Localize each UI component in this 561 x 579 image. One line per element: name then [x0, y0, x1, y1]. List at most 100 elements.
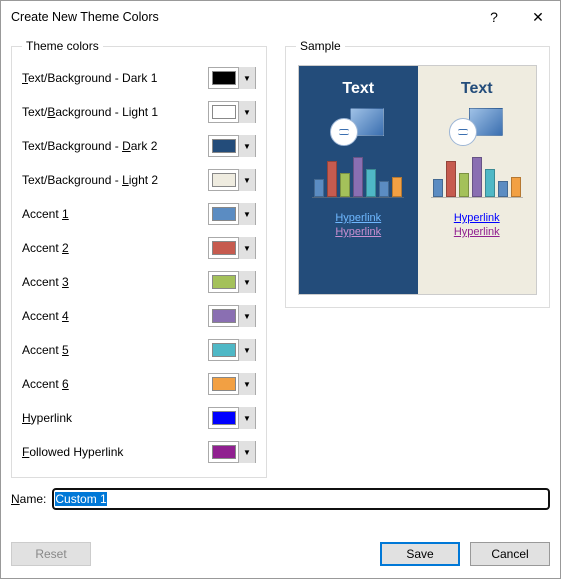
chart-bar	[327, 161, 337, 197]
color-picker-button[interactable]: ▼	[208, 441, 256, 463]
sample-dark-half: Text Hyperlink Hyperlink	[299, 66, 418, 294]
color-swatch	[209, 203, 239, 225]
close-button[interactable]: ✕	[516, 1, 560, 33]
sample-links-light: Hyperlink Hyperlink	[454, 212, 500, 238]
theme-color-row: Followed Hyperlink ▼	[22, 435, 256, 469]
chevron-down-icon[interactable]: ▼	[239, 237, 255, 259]
chart-bar	[511, 177, 521, 197]
theme-color-row: Hyperlink▼	[22, 401, 256, 435]
chevron-down-icon[interactable]: ▼	[239, 101, 255, 123]
chevron-down-icon[interactable]: ▼	[239, 203, 255, 225]
theme-colors-group: Theme colors Text/Background - Dark 1▼Te…	[11, 39, 267, 478]
color-swatch	[209, 237, 239, 259]
color-picker-button[interactable]: ▼	[208, 135, 256, 157]
chevron-down-icon[interactable]: ▼	[239, 271, 255, 293]
chevron-down-icon[interactable]: ▼	[239, 135, 255, 157]
help-icon: ?	[490, 9, 498, 25]
name-label: Name:	[11, 492, 46, 506]
chevron-down-icon[interactable]: ▼	[239, 373, 255, 395]
theme-color-label: Accent 4	[22, 309, 69, 323]
chart-bar	[353, 157, 363, 197]
color-picker-button[interactable]: ▼	[208, 203, 256, 225]
chart-bar	[340, 173, 350, 197]
cancel-button[interactable]: Cancel	[470, 542, 550, 566]
name-input[interactable]	[52, 488, 550, 510]
theme-color-label: Accent 5	[22, 343, 69, 357]
chart-bar	[498, 181, 508, 197]
theme-color-label: Text/Background - Light 1	[22, 105, 158, 119]
reset-button[interactable]: Reset	[11, 542, 91, 566]
theme-color-label: Text/Background - Dark 2	[22, 139, 157, 153]
theme-color-row: Text/Background - Dark 1 ▼	[22, 61, 256, 95]
sample-followed-hyperlink-dark: Hyperlink	[335, 226, 381, 238]
chart-bar	[433, 179, 443, 197]
sample-group: Sample Text Hyperlink Hyperlink	[285, 39, 550, 308]
chart-bar	[314, 179, 324, 197]
color-swatch	[209, 305, 239, 327]
chevron-down-icon[interactable]: ▼	[239, 305, 255, 327]
theme-color-label: Followed Hyperlink	[22, 445, 123, 459]
chevron-down-icon[interactable]: ▼	[239, 339, 255, 361]
dialog-footer: Reset Save Cancel	[1, 534, 560, 578]
theme-color-label: Text/Background - Dark 1	[22, 71, 157, 85]
theme-color-row: Accent 4 ▼	[22, 299, 256, 333]
sample-links-dark: Hyperlink Hyperlink	[335, 212, 381, 238]
theme-color-row: Accent 6 ▼	[22, 367, 256, 401]
chart-bar	[459, 173, 469, 197]
theme-color-row: Accent 2 ▼	[22, 231, 256, 265]
sample-text-dark: Text	[342, 80, 374, 98]
theme-color-row: Text/Background - Dark 2 ▼	[22, 129, 256, 163]
color-swatch	[209, 101, 239, 123]
color-picker-button[interactable]: ▼	[208, 373, 256, 395]
sample-circle-icon	[449, 118, 477, 146]
chevron-down-icon[interactable]: ▼	[239, 441, 255, 463]
sample-shapes-dark	[328, 108, 388, 144]
chart-bar	[485, 169, 495, 197]
help-button[interactable]: ?	[472, 1, 516, 33]
window-title: Create New Theme Colors	[11, 10, 472, 24]
color-swatch	[209, 441, 239, 463]
color-picker-button[interactable]: ▼	[208, 67, 256, 89]
theme-colors-legend: Theme colors	[22, 39, 103, 53]
theme-color-label: Text/Background - Light 2	[22, 173, 158, 187]
theme-color-label: Accent 3	[22, 275, 69, 289]
color-picker-button[interactable]: ▼	[208, 237, 256, 259]
sample-preview: Text Hyperlink Hyperlink Text	[298, 65, 537, 295]
theme-color-row: Text/Background - Light 2 ▼	[22, 163, 256, 197]
theme-color-row: Accent 1▼	[22, 197, 256, 231]
sample-legend: Sample	[296, 39, 345, 53]
chart-bar	[392, 177, 402, 197]
sample-followed-hyperlink-light: Hyperlink	[454, 226, 500, 238]
sample-chart-dark	[312, 154, 404, 198]
color-swatch	[209, 339, 239, 361]
color-picker-button[interactable]: ▼	[208, 271, 256, 293]
color-picker-button[interactable]: ▼	[208, 305, 256, 327]
theme-color-label: Accent 2	[22, 241, 69, 255]
chevron-down-icon[interactable]: ▼	[239, 67, 255, 89]
sample-text-light: Text	[461, 80, 493, 98]
chart-bar	[366, 169, 376, 197]
color-picker-button[interactable]: ▼	[208, 101, 256, 123]
color-picker-button[interactable]: ▼	[208, 407, 256, 429]
color-swatch	[209, 407, 239, 429]
color-swatch	[209, 169, 239, 191]
dialog-window: Create New Theme Colors ? ✕ Theme colors…	[0, 0, 561, 579]
sample-circle-icon	[330, 118, 358, 146]
dialog-body: Theme colors Text/Background - Dark 1▼Te…	[1, 33, 560, 534]
chevron-down-icon[interactable]: ▼	[239, 407, 255, 429]
close-icon: ✕	[532, 9, 544, 26]
theme-color-row: Accent 5 ▼	[22, 333, 256, 367]
color-picker-button[interactable]: ▼	[208, 339, 256, 361]
sample-light-half: Text Hyperlink Hyperlink	[418, 66, 537, 294]
sample-shapes-light	[447, 108, 507, 144]
sample-hyperlink-light: Hyperlink	[454, 212, 500, 224]
chevron-down-icon[interactable]: ▼	[239, 169, 255, 191]
titlebar: Create New Theme Colors ? ✕	[1, 1, 560, 33]
theme-color-row: Accent 3 ▼	[22, 265, 256, 299]
theme-color-label: Accent 6	[22, 377, 69, 391]
chart-bar	[379, 181, 389, 197]
color-swatch	[209, 67, 239, 89]
color-picker-button[interactable]: ▼	[208, 169, 256, 191]
save-button[interactable]: Save	[380, 542, 460, 566]
color-swatch	[209, 271, 239, 293]
